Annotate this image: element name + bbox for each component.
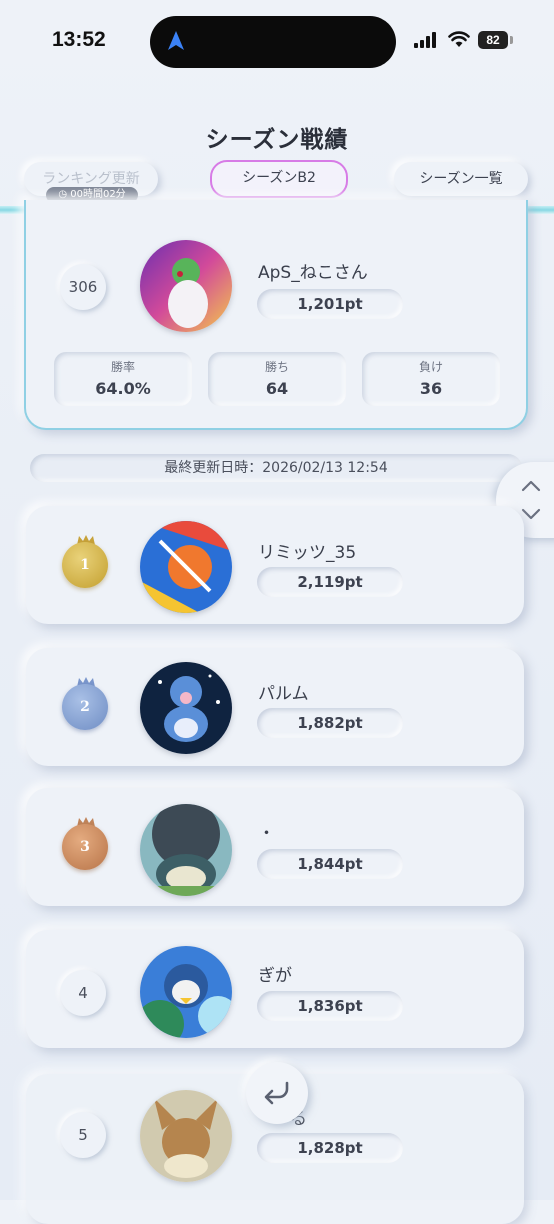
- stat-label: 勝率: [110, 360, 135, 374]
- stat-value: 36: [419, 379, 443, 398]
- page-title: シーズン戦績: [205, 127, 349, 153]
- back-button[interactable]: [246, 1062, 308, 1124]
- stat-label: 勝ち: [264, 360, 289, 374]
- player-avatar: [140, 946, 232, 1038]
- player-points: 1,844pt: [257, 849, 403, 879]
- battery-indicator: 82: [478, 31, 508, 49]
- dynamic-island: [150, 16, 396, 68]
- player-name: パルム: [258, 684, 309, 704]
- stat-wins: 勝ち 64: [208, 352, 346, 406]
- rank-number: 5: [60, 1112, 106, 1158]
- my-player-name: ApS_ねこさん: [258, 263, 368, 283]
- battery-cap: [510, 36, 513, 44]
- status-bar: 13:52 82: [0, 0, 554, 90]
- player-avatar: [140, 662, 232, 754]
- player-name: ・: [258, 824, 275, 844]
- navigation-arrow-icon: [168, 31, 184, 50]
- player-points: 1,828pt: [257, 1133, 403, 1163]
- cellular-signal-icon: [414, 32, 436, 48]
- clock-icon: ◷: [58, 189, 68, 200]
- rank-medal-bronze: 3: [62, 824, 108, 870]
- status-time: 13:52: [52, 28, 106, 51]
- my-points: 1,201pt: [257, 289, 403, 319]
- my-avatar: [140, 240, 232, 332]
- stat-win-rate: 勝率 64.0%: [54, 352, 192, 406]
- player-name: ぎが: [258, 966, 292, 986]
- last-updated-label: 最終更新日時：2026/02/13 12:54: [30, 454, 522, 482]
- player-avatar: [140, 521, 232, 613]
- stat-losses: 負け 36: [362, 352, 500, 406]
- refresh-timer-text: 00時間02分: [70, 189, 126, 200]
- season-list-button[interactable]: シーズン一覧: [394, 162, 528, 196]
- player-name: リミッツ_35: [258, 543, 357, 563]
- stat-label: 負け: [418, 360, 443, 374]
- player-avatar: [140, 1090, 232, 1182]
- player-points: 1,882pt: [257, 708, 403, 738]
- player-avatar: [140, 804, 232, 896]
- season-selector-button[interactable]: シーズンB2: [210, 160, 348, 198]
- my-rank-number: 306: [60, 264, 106, 310]
- rank-medal-silver: 2: [62, 684, 108, 730]
- chevron-up-down-icon: [521, 480, 541, 520]
- wifi-icon: [448, 31, 470, 47]
- player-points: 1,836pt: [257, 991, 403, 1021]
- rank-medal-gold: 1: [62, 542, 108, 588]
- return-arrow-icon: [264, 1081, 289, 1105]
- stat-value: 64: [265, 379, 289, 398]
- player-points: 2,119pt: [257, 567, 403, 597]
- stat-value: 64.0%: [95, 379, 151, 398]
- rank-number: 4: [60, 970, 106, 1016]
